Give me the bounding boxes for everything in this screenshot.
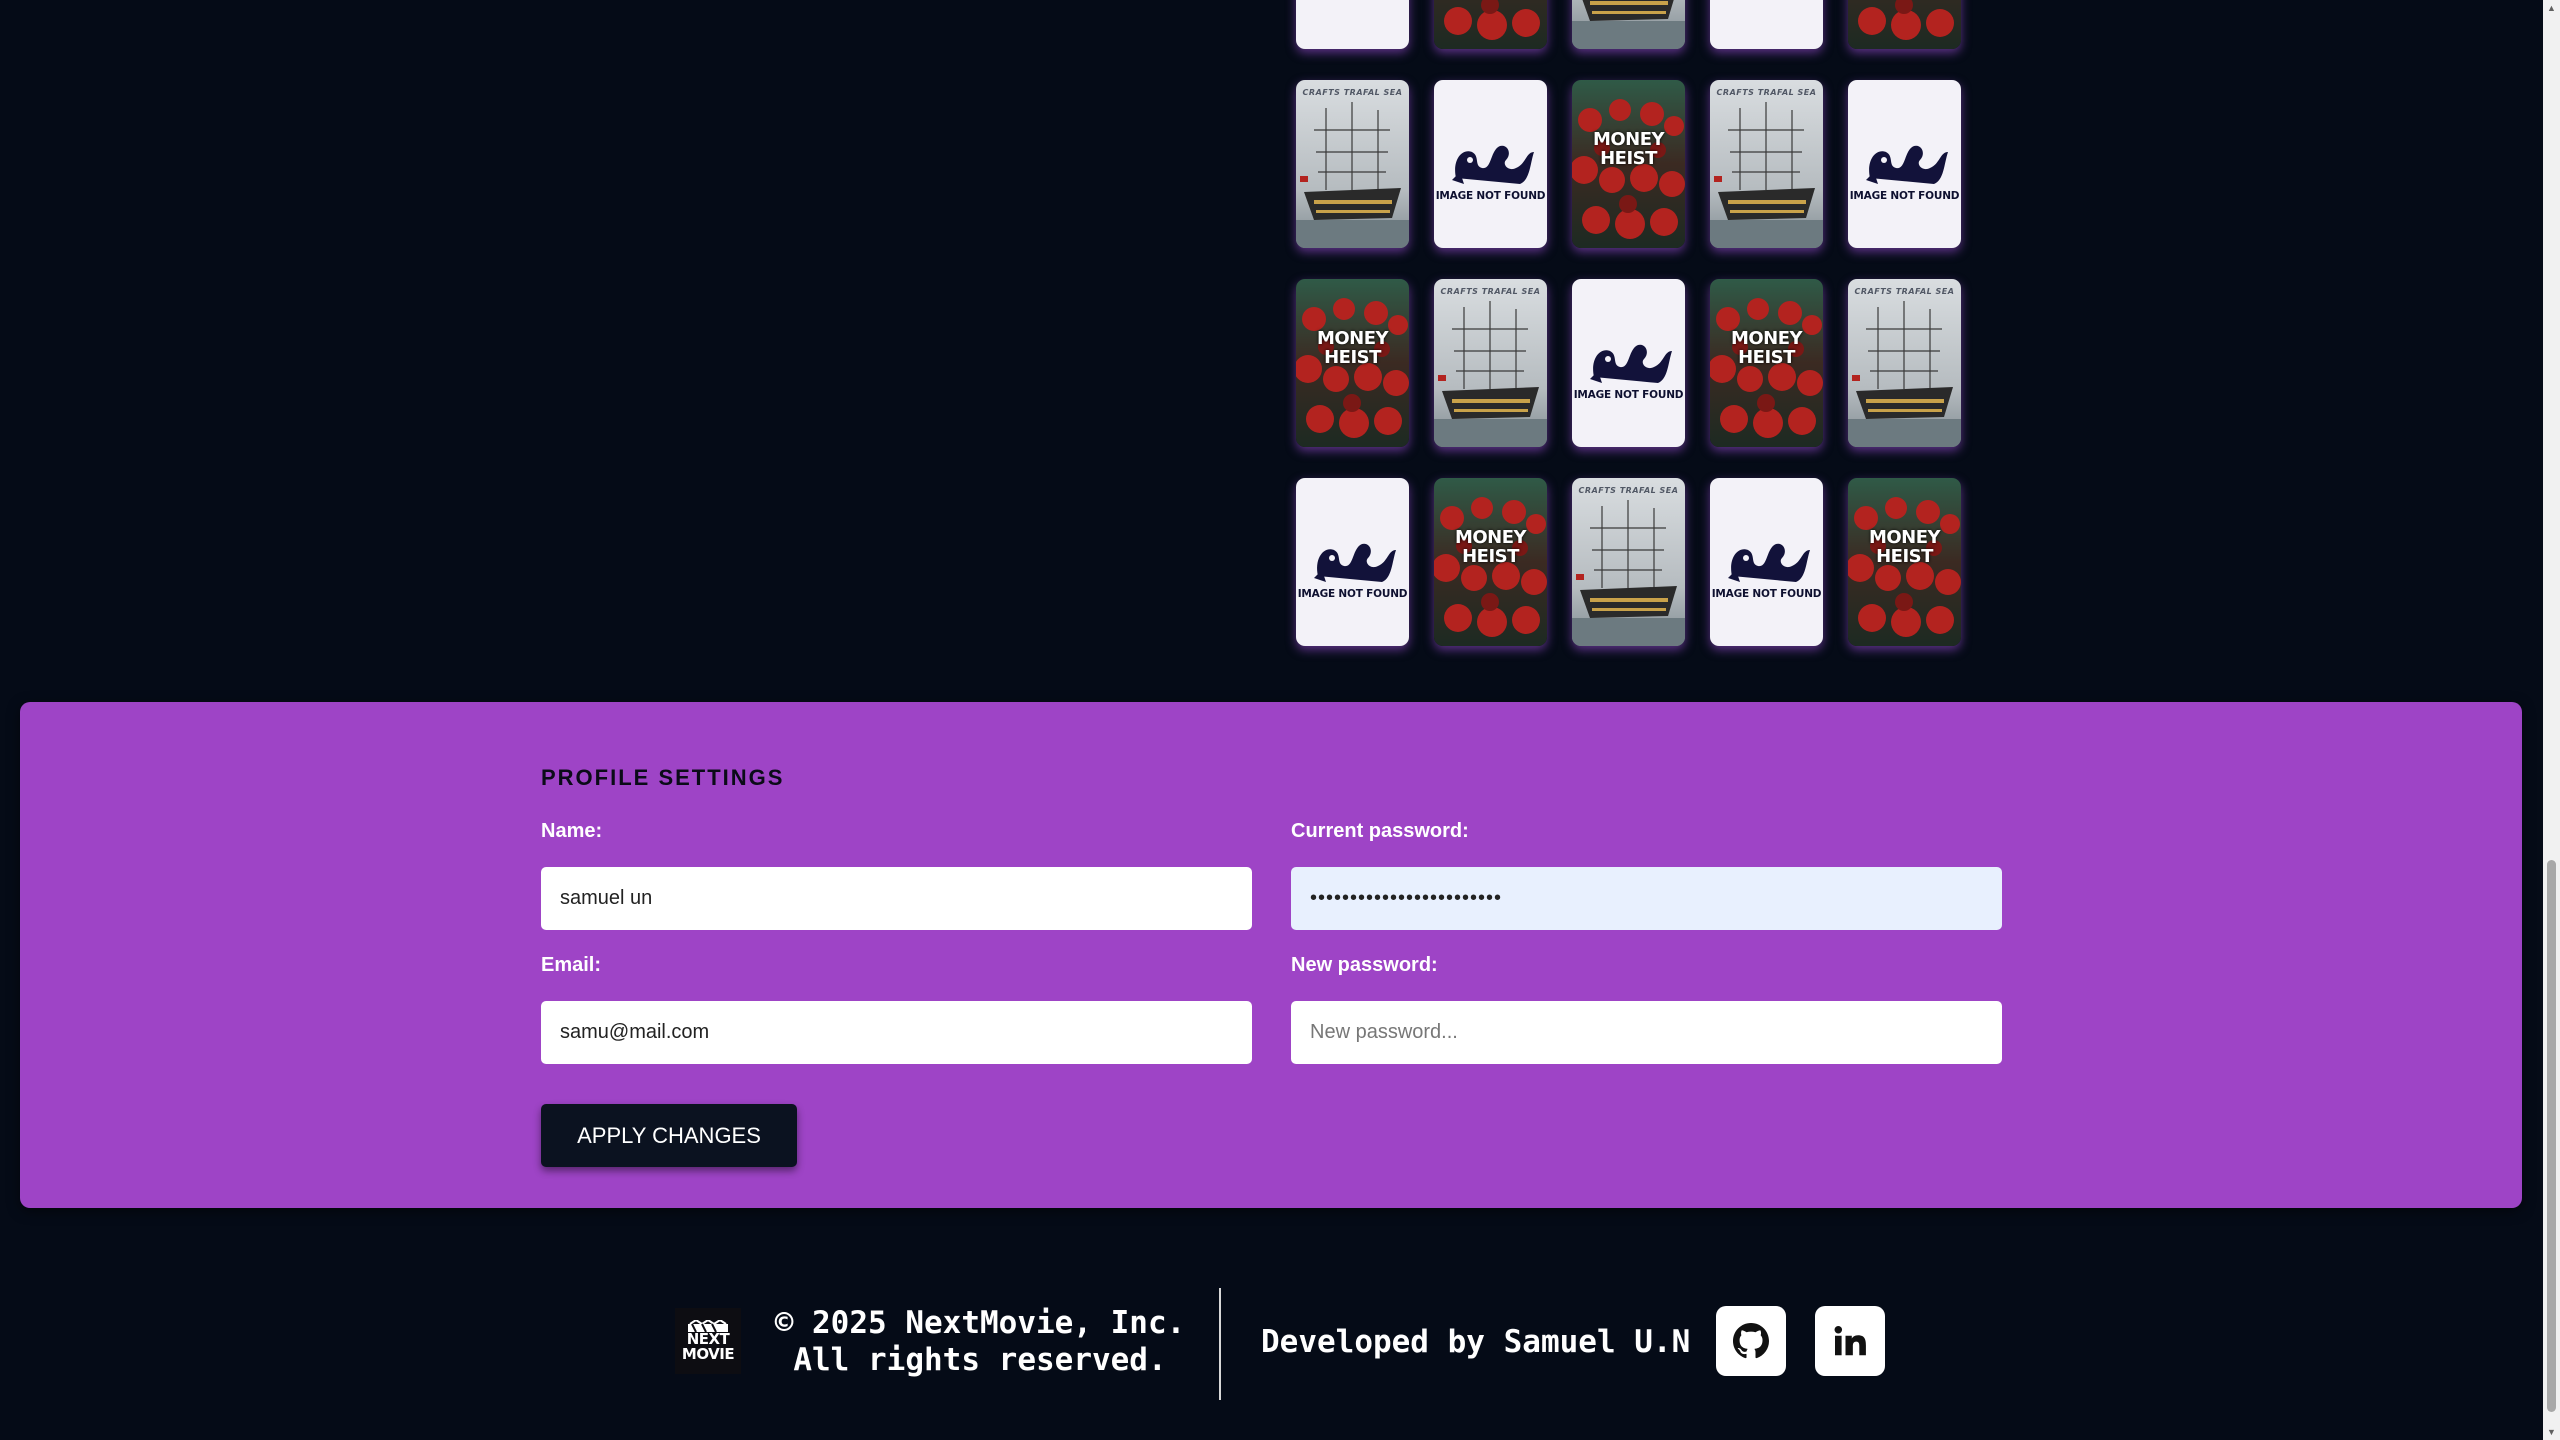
poster-caption: MONEY HEIST <box>1710 329 1823 367</box>
poster-caption: CRAFTS TRAFAL SEA <box>1578 486 1679 495</box>
copyright-line: © 2025 NextMovie, Inc. <box>774 1305 1186 1341</box>
poster-caption: MONEY HEIST <box>1848 528 1961 566</box>
poster-caption-line: MONEY <box>1592 129 1665 150</box>
poster-caption-line: HEIST <box>1462 546 1519 567</box>
new-password-field[interactable] <box>1291 1001 2002 1064</box>
github-link[interactable] <box>1716 1306 1786 1376</box>
ship-poster-art <box>1572 478 1685 646</box>
ship-poster-art <box>1848 279 1961 447</box>
poster-caption: MONEY HEIST <box>1572 130 1685 168</box>
poster-row: IMAGE NOT FOUND MONEY HEIST <box>1296 0 1961 49</box>
apply-changes-button[interactable]: APPLY CHANGES <box>541 1104 797 1167</box>
poster-caption: IMAGE NOT FOUND <box>1573 389 1684 401</box>
copyright-line: All rights reserved. <box>793 1342 1167 1378</box>
poster-money-heist[interactable]: MONEY HEIST <box>1434 478 1547 646</box>
linkedin-icon <box>1834 1326 1866 1356</box>
poster-row: IMAGE NOT FOUND MONEY HEIST <box>1296 478 1961 646</box>
poster-ship[interactable]: CRAFTS TRAFAL SEA <box>1434 279 1547 447</box>
nextmovie-logo[interactable]: NEXT MOVIE <box>675 1308 741 1374</box>
current-password-field[interactable] <box>1291 867 2002 930</box>
image-not-found-icon <box>1710 478 1823 646</box>
scrollbar-thumb[interactable] <box>2547 860 2556 1412</box>
image-not-found-icon <box>1710 0 1823 49</box>
logo-text: MOVIE <box>681 1345 735 1363</box>
image-not-found-icon <box>1296 0 1409 49</box>
vertical-scrollbar[interactable]: ▲ ▼ <box>2543 0 2560 1440</box>
poster-caption: CRAFTS TRAFAL SEA <box>1302 88 1403 97</box>
ship-poster-art <box>1296 80 1409 248</box>
poster-caption: MONEY HEIST <box>1434 528 1547 566</box>
poster-caption-line: MONEY <box>1730 328 1803 349</box>
scroll-down-arrow-icon[interactable]: ▼ <box>2546 1426 2557 1438</box>
money-heist-poster-art <box>1848 0 1961 49</box>
poster-grid: IMAGE NOT FOUND MONEY HEIST <box>1296 0 1961 677</box>
poster-image-not-found[interactable]: IMAGE NOT FOUND <box>1296 478 1409 646</box>
image-not-found-icon <box>1296 478 1409 646</box>
poster-money-heist[interactable]: MONEY HEIST <box>1296 279 1409 447</box>
poster-money-heist[interactable]: MONEY HEIST <box>1710 279 1823 447</box>
poster-ship[interactable]: CRAFTS TRAFAL SEA <box>1848 279 1961 447</box>
poster-caption: IMAGE NOT FOUND <box>1710 0 1823 3</box>
email-label: Email: <box>541 954 602 976</box>
poster-ship[interactable]: CRAFTS TRAFAL SEA <box>1710 80 1823 248</box>
poster-ship[interactable]: CRAFTS TRAFAL SEA <box>1572 478 1685 646</box>
poster-image-not-found[interactable]: IMAGE NOT FOUND <box>1848 80 1961 248</box>
ship-poster-art <box>1434 279 1547 447</box>
poster-caption-line: HEIST <box>1876 546 1933 567</box>
poster-money-heist[interactable]: MONEY HEIST <box>1434 0 1547 49</box>
poster-row: MONEY HEIST CRAFTS TRAFAL SEA IMAGE NOT … <box>1296 279 1961 447</box>
poster-image-not-found[interactable]: IMAGE NOT FOUND <box>1572 279 1685 447</box>
poster-caption: MONEY HEIST <box>1296 329 1409 367</box>
profile-settings-form: PROFILE SETTINGS Name: Email: Current pa… <box>541 702 2021 1208</box>
ship-poster-art <box>1710 80 1823 248</box>
poster-image-not-found[interactable]: IMAGE NOT FOUND <box>1434 80 1547 248</box>
developer-credit: Developed by Samuel U.N <box>1261 1324 1691 1360</box>
poster-image-not-found[interactable]: IMAGE NOT FOUND <box>1296 0 1409 49</box>
settings-title: PROFILE SETTINGS <box>541 765 785 790</box>
poster-caption: IMAGE NOT FOUND <box>1296 0 1409 3</box>
poster-ship[interactable]: CRAFTS TRAFAL SEA <box>1572 0 1685 49</box>
poster-caption-line: HEIST <box>1600 148 1657 169</box>
poster-money-heist[interactable]: MONEY HEIST <box>1848 0 1961 49</box>
poster-caption: IMAGE NOT FOUND <box>1711 588 1822 600</box>
new-password-label: New password: <box>1291 954 1438 976</box>
name-field[interactable] <box>541 867 1252 930</box>
poster-caption: CRAFTS TRAFAL SEA <box>1854 287 1955 296</box>
email-field[interactable] <box>541 1001 1252 1064</box>
poster-image-not-found[interactable]: IMAGE NOT FOUND <box>1710 478 1823 646</box>
name-label: Name: <box>541 820 603 842</box>
poster-caption-line: MONEY <box>1454 527 1527 548</box>
image-not-found-icon <box>1848 80 1961 248</box>
poster-caption: IMAGE NOT FOUND <box>1297 588 1408 600</box>
scroll-up-arrow-icon[interactable]: ▲ <box>2546 2 2557 14</box>
poster-row: CRAFTS TRAFAL SEA IMAGE NOT FOUND MONEY … <box>1296 80 1961 248</box>
profile-settings-panel: PROFILE SETTINGS Name: Email: Current pa… <box>20 702 2522 1208</box>
copyright-text: © 2025 NextMovie, Inc. All rights reserv… <box>770 1305 1190 1379</box>
poster-caption: IMAGE NOT FOUND <box>1849 190 1960 202</box>
current-password-label: Current password: <box>1291 820 1469 842</box>
poster-caption: CRAFTS TRAFAL SEA <box>1716 88 1817 97</box>
poster-caption-line: HEIST <box>1738 347 1795 368</box>
poster-caption-line: MONEY <box>1868 527 1941 548</box>
money-heist-poster-art <box>1434 0 1547 49</box>
poster-money-heist[interactable]: MONEY HEIST <box>1572 80 1685 248</box>
poster-ship[interactable]: CRAFTS TRAFAL SEA <box>1296 80 1409 248</box>
ship-poster-art <box>1572 0 1685 49</box>
linkedin-link[interactable] <box>1815 1306 1885 1376</box>
poster-caption: IMAGE NOT FOUND <box>1435 190 1546 202</box>
poster-image-not-found[interactable]: IMAGE NOT FOUND <box>1710 0 1823 49</box>
poster-money-heist[interactable]: MONEY HEIST <box>1848 478 1961 646</box>
poster-caption-line: HEIST <box>1324 347 1381 368</box>
image-not-found-icon <box>1434 80 1547 248</box>
github-icon <box>1733 1323 1769 1359</box>
poster-caption-line: MONEY <box>1316 328 1389 349</box>
footer-divider <box>1219 1288 1221 1400</box>
image-not-found-icon <box>1572 279 1685 447</box>
poster-caption: CRAFTS TRAFAL SEA <box>1440 287 1541 296</box>
